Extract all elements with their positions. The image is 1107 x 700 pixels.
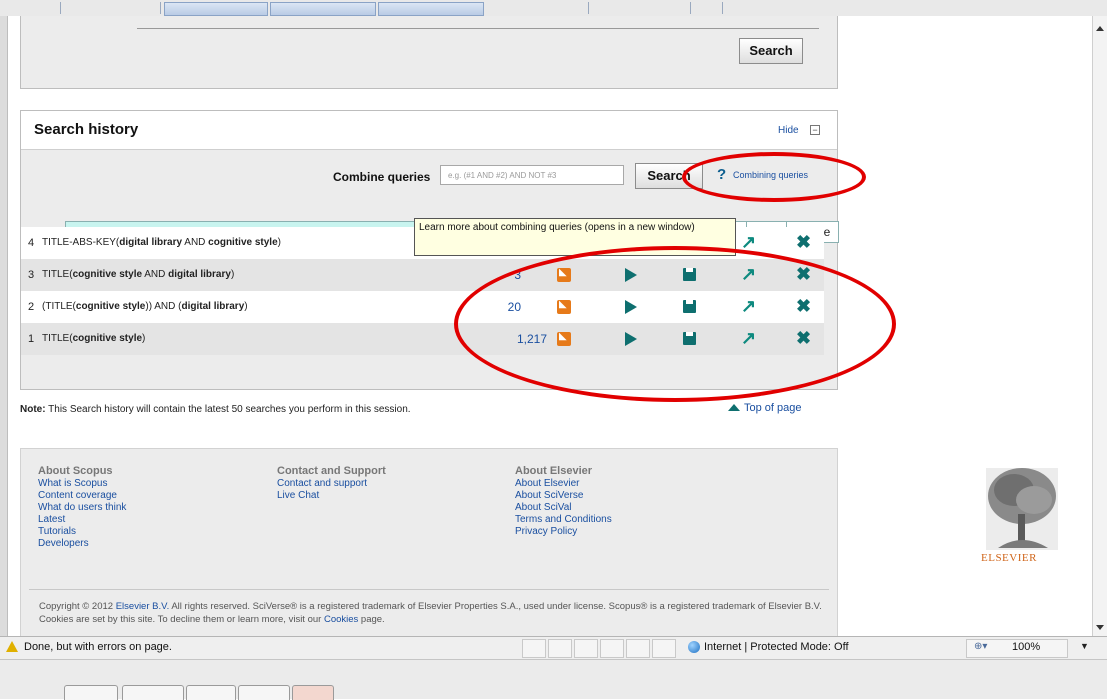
row-number: 3 [28, 269, 35, 281]
up-arrow-icon [728, 404, 740, 411]
status-text: Done, but with errors on page. [24, 641, 172, 653]
row-number: 2 [28, 301, 35, 313]
footer-link[interactable]: Live Chat [277, 490, 386, 502]
footer-divider [29, 589, 829, 590]
history-note: Note: This Search history will contain t… [20, 404, 411, 415]
status-pane [574, 639, 598, 658]
footer-column-about-scopus: About Scopus What is Scopus Content cove… [38, 465, 126, 550]
footer-link[interactable]: Developers [38, 538, 126, 550]
footer-heading: About Scopus [38, 465, 113, 477]
footer-link[interactable]: About Elsevier [515, 478, 612, 490]
tab-divider [588, 2, 590, 14]
browser-status-bar: Done, but with errors on page. Internet … [0, 636, 1107, 659]
window-left-border [0, 16, 8, 636]
warning-icon[interactable] [6, 641, 18, 652]
zoom-icon[interactable]: ⊕▾ [974, 641, 987, 652]
annotation-ellipse [454, 246, 896, 402]
copyright-text: Copyright © 2012 Elsevier B.V. All right… [39, 601, 822, 625]
browser-tab[interactable] [270, 2, 376, 16]
row-query-link[interactable]: TITLE-ABS-KEY(digital library AND cognit… [42, 237, 281, 248]
taskbar [0, 659, 1107, 700]
page-content: Search Search history Hide − Combine que… [8, 16, 1092, 636]
browser-tab[interactable] [378, 2, 484, 16]
elsevier-link[interactable]: Elsevier B.V. [116, 601, 170, 612]
page-footer: About Scopus What is Scopus Content cove… [20, 448, 838, 636]
scroll-up-arrow-icon[interactable] [1096, 26, 1104, 31]
tab-divider [690, 2, 692, 14]
status-pane [548, 639, 572, 658]
row-query-link[interactable]: (TITLE(cognitive style)) AND (digital li… [42, 301, 248, 312]
footer-link[interactable]: Contact and support [277, 478, 386, 490]
row-query-link[interactable]: TITLE(cognitive style AND digital librar… [42, 269, 234, 280]
scroll-down-arrow-icon[interactable] [1096, 625, 1104, 630]
status-pane [522, 639, 546, 658]
delete-icon[interactable]: ✖ [796, 232, 811, 253]
row-number: 1 [28, 333, 35, 345]
footer-link[interactable]: Latest [38, 514, 126, 526]
search-history-header: Search history Hide − [21, 111, 837, 150]
footer-link[interactable]: About SciVerse [515, 490, 612, 502]
footer-link[interactable]: What is Scopus [38, 478, 126, 490]
internet-zone-icon[interactable] [688, 641, 700, 653]
footer-link[interactable]: Content coverage [38, 490, 126, 502]
status-pane [652, 639, 676, 658]
footer-heading: About Elsevier [515, 465, 593, 477]
row-number: 4 [28, 237, 35, 249]
tab-divider [60, 2, 62, 14]
search-history-title: Search history [34, 121, 139, 138]
zoom-dropdown-icon[interactable]: ▼ [1080, 641, 1089, 651]
elsevier-logo-text: ELSEVIER [981, 552, 1037, 564]
footer-column-contact: Contact and Support Contact and support … [277, 465, 386, 502]
hide-link[interactable]: Hide [778, 125, 799, 136]
top-of-page-link[interactable]: Top of page [728, 402, 802, 414]
security-zone-text[interactable]: Internet | Protected Mode: Off [704, 641, 849, 653]
cookies-link[interactable]: Cookies [324, 614, 358, 625]
footer-link[interactable]: Terms and Conditions [515, 514, 612, 526]
status-pane [600, 639, 624, 658]
tab-divider [722, 2, 724, 14]
vertical-scrollbar[interactable] [1092, 16, 1107, 636]
footer-link[interactable]: What do users think [38, 502, 126, 514]
footer-link[interactable]: Privacy Policy [515, 526, 612, 538]
tab-divider [160, 2, 162, 14]
annotation-ellipse [682, 152, 866, 202]
footer-heading: Contact and Support [277, 465, 386, 477]
divider [137, 28, 819, 29]
browser-tab-strip [0, 0, 1107, 17]
status-pane [626, 639, 650, 658]
zoom-level[interactable]: 100% [1012, 641, 1040, 653]
row-query-link[interactable]: TITLE(cognitive style) [42, 333, 145, 344]
browser-tab[interactable] [164, 2, 268, 16]
search-button[interactable]: Search [739, 38, 803, 64]
search-panel: Search [20, 16, 838, 89]
footer-link[interactable]: Tutorials [38, 526, 126, 538]
combine-queries-label: Combine queries [333, 170, 431, 184]
combine-queries-input[interactable]: e.g. (#1 AND #2) AND NOT #3 [440, 165, 624, 185]
collapse-icon[interactable]: − [810, 125, 820, 135]
footer-link[interactable]: About SciVal [515, 502, 612, 514]
footer-column-about-elsevier: About Elsevier About Elsevier About SciV… [515, 465, 612, 538]
